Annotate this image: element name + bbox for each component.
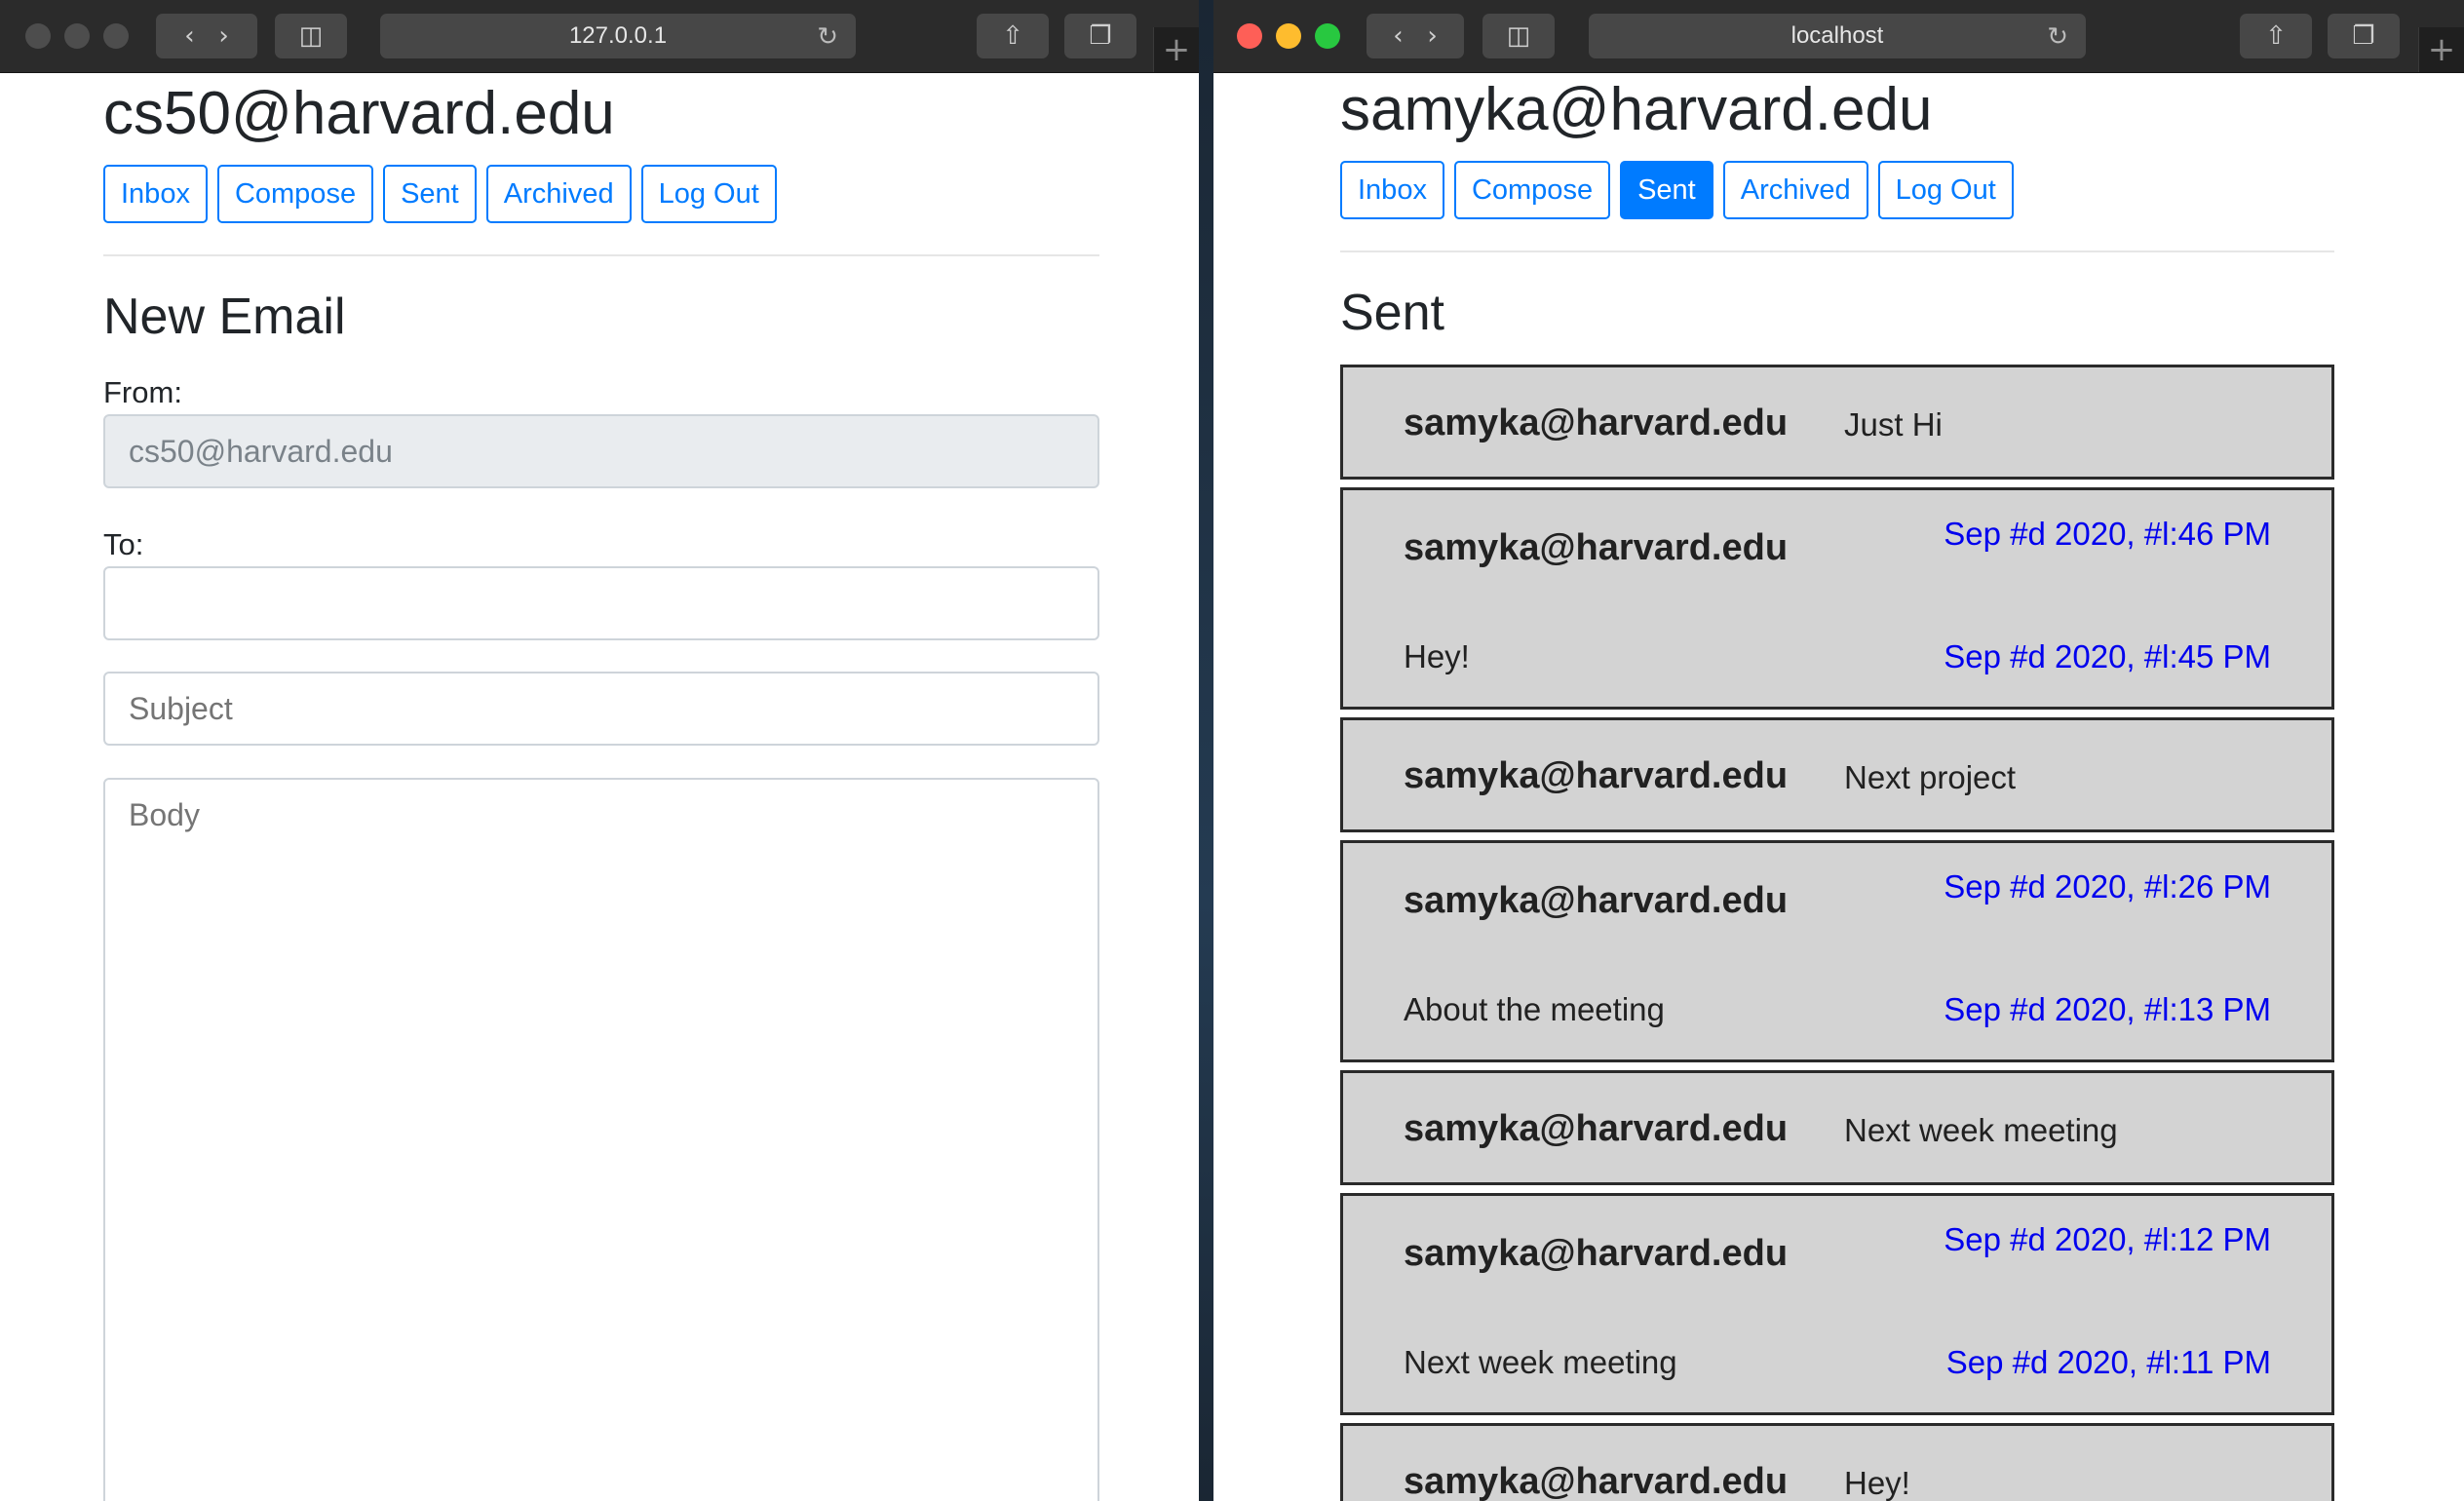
- archived-button[interactable]: Archived: [485, 165, 632, 223]
- to-label: To:: [103, 527, 144, 561]
- email-subject: Hey!: [1844, 1465, 1910, 1501]
- email-timestamp: Sep #d 2020, #l:45 PM: [1944, 638, 2271, 674]
- sent-button[interactable]: Sent: [1620, 161, 1713, 219]
- email-row[interactable]: samyka@harvard.edu Sep #d 2020, #l:12 PM…: [1340, 1193, 2334, 1415]
- email-sender: samyka@harvard.edu: [1404, 403, 1789, 443]
- sidebar-icon[interactable]: ◫: [275, 14, 347, 58]
- archived-button[interactable]: Archived: [1722, 161, 1868, 219]
- email-timestamp: Sep #d 2020, #l:46 PM: [1944, 516, 2271, 552]
- left-browser-window: ‹ › ◫ 127.0.0.1 ↻ ⇧ ❐ + cs50@harvard.edu…: [0, 0, 1199, 1501]
- tabs-icon[interactable]: ❐: [1064, 14, 1136, 58]
- inbox-button[interactable]: Inbox: [1340, 161, 1444, 219]
- logout-button[interactable]: Log Out: [640, 165, 777, 223]
- reload-icon[interactable]: ↻: [817, 14, 838, 58]
- subject-input[interactable]: [103, 672, 1099, 746]
- nav-bar: Inbox Compose Sent Archived Log Out: [1340, 161, 2014, 219]
- email-subject: About the meeting: [1404, 991, 1665, 1027]
- back-forward-group: ‹ ›: [156, 14, 257, 58]
- left-toolbar: ‹ › ◫ 127.0.0.1 ↻ ⇧ ❐ +: [0, 0, 1199, 73]
- page-heading: New Email: [103, 289, 346, 345]
- back-icon[interactable]: ‹: [184, 21, 194, 51]
- email-subject: Next week meeting: [1844, 1112, 2118, 1148]
- new-tab-icon[interactable]: +: [1153, 27, 1199, 72]
- email-row[interactable]: samyka@harvard.edu Sep #d 2020, #l:46 PM…: [1340, 487, 2334, 710]
- share-icon[interactable]: ⇧: [977, 14, 1049, 58]
- close-icon[interactable]: [25, 23, 51, 49]
- right-browser-window: ‹ › ◫ localhost ↻ ⇧ ❐ + samyka@harvard.e…: [1213, 0, 2464, 1501]
- email-timestamp: Sep #d 2020, #l:12 PM: [1944, 1221, 2271, 1257]
- page-heading: Sent: [1340, 285, 1444, 341]
- sent-page: samyka@harvard.edu Inbox Compose Sent Ar…: [1213, 73, 2464, 1501]
- user-email-title: cs50@harvard.edu: [103, 80, 615, 147]
- new-tab-icon[interactable]: +: [2418, 27, 2464, 72]
- sidebar-icon[interactable]: ◫: [1482, 14, 1555, 58]
- email-timestamp: Sep #d 2020, #l:26 PM: [1944, 868, 2271, 904]
- tabs-icon[interactable]: ❐: [2328, 14, 2400, 58]
- address-bar[interactable]: localhost ↻: [1589, 14, 2086, 58]
- email-subject: Next week meeting: [1404, 1344, 1677, 1380]
- logout-button[interactable]: Log Out: [1877, 161, 2014, 219]
- user-email-title: samyka@harvard.edu: [1340, 76, 1933, 143]
- email-timestamp: Sep #d 2020, #l:13 PM: [1944, 991, 2271, 1027]
- share-icon[interactable]: ⇧: [2240, 14, 2312, 58]
- close-icon[interactable]: [1237, 23, 1262, 49]
- from-label: From:: [103, 375, 182, 409]
- window-controls: [25, 23, 129, 49]
- divider: [103, 254, 1099, 256]
- body-textarea[interactable]: [103, 778, 1099, 1501]
- email-sender: samyka@harvard.edu: [1404, 880, 1789, 921]
- forward-icon[interactable]: ›: [218, 21, 228, 51]
- address-text: 127.0.0.1: [568, 22, 668, 49]
- email-sender: samyka@harvard.edu: [1404, 1108, 1789, 1149]
- window-controls: [1237, 23, 1340, 49]
- email-row[interactable]: samyka@harvard.edu Sep #d 2020, #l:26 PM…: [1340, 840, 2334, 1062]
- email-sender: samyka@harvard.edu: [1404, 527, 1789, 568]
- email-sender: samyka@harvard.edu: [1404, 1461, 1789, 1501]
- desktop-gap: [1199, 0, 1213, 1501]
- email-row[interactable]: samyka@harvard.edu Next week meeting: [1340, 1070, 2334, 1185]
- zoom-icon[interactable]: [1315, 23, 1340, 49]
- nav-bar: Inbox Compose Sent Archived Log Out: [103, 165, 777, 223]
- back-icon[interactable]: ‹: [1393, 21, 1403, 51]
- email-row[interactable]: samyka@harvard.edu Just Hi: [1340, 365, 2334, 480]
- from-field: [103, 414, 1099, 488]
- email-subject: Next project: [1844, 759, 2017, 795]
- minimize-icon[interactable]: [64, 23, 90, 49]
- email-subject: Just Hi: [1844, 406, 1943, 443]
- email-row[interactable]: samyka@harvard.edu Next project: [1340, 717, 2334, 832]
- compose-button[interactable]: Compose: [1453, 161, 1611, 219]
- minimize-icon[interactable]: [1276, 23, 1301, 49]
- email-timestamp: Sep #d 2020, #l:11 PM: [1945, 1344, 2271, 1380]
- address-bar[interactable]: 127.0.0.1 ↻: [380, 14, 856, 58]
- divider: [1340, 250, 2334, 252]
- zoom-icon[interactable]: [103, 23, 129, 49]
- forward-icon[interactable]: ›: [1427, 21, 1437, 51]
- email-sender: samyka@harvard.edu: [1404, 755, 1789, 796]
- back-forward-group: ‹ ›: [1367, 14, 1464, 58]
- right-toolbar: ‹ › ◫ localhost ↻ ⇧ ❐ +: [1213, 0, 2464, 73]
- email-sender: samyka@harvard.edu: [1404, 1233, 1789, 1274]
- compose-page: cs50@harvard.edu Inbox Compose Sent Arch…: [0, 73, 1199, 1501]
- compose-button[interactable]: Compose: [216, 165, 374, 223]
- address-text: localhost: [1790, 22, 1884, 49]
- email-row[interactable]: samyka@harvard.edu Hey!: [1340, 1423, 2334, 1501]
- reload-icon[interactable]: ↻: [2047, 14, 2068, 58]
- sent-button[interactable]: Sent: [383, 165, 477, 223]
- email-subject: Hey!: [1404, 638, 1470, 674]
- to-field[interactable]: [103, 566, 1099, 640]
- inbox-button[interactable]: Inbox: [103, 165, 208, 223]
